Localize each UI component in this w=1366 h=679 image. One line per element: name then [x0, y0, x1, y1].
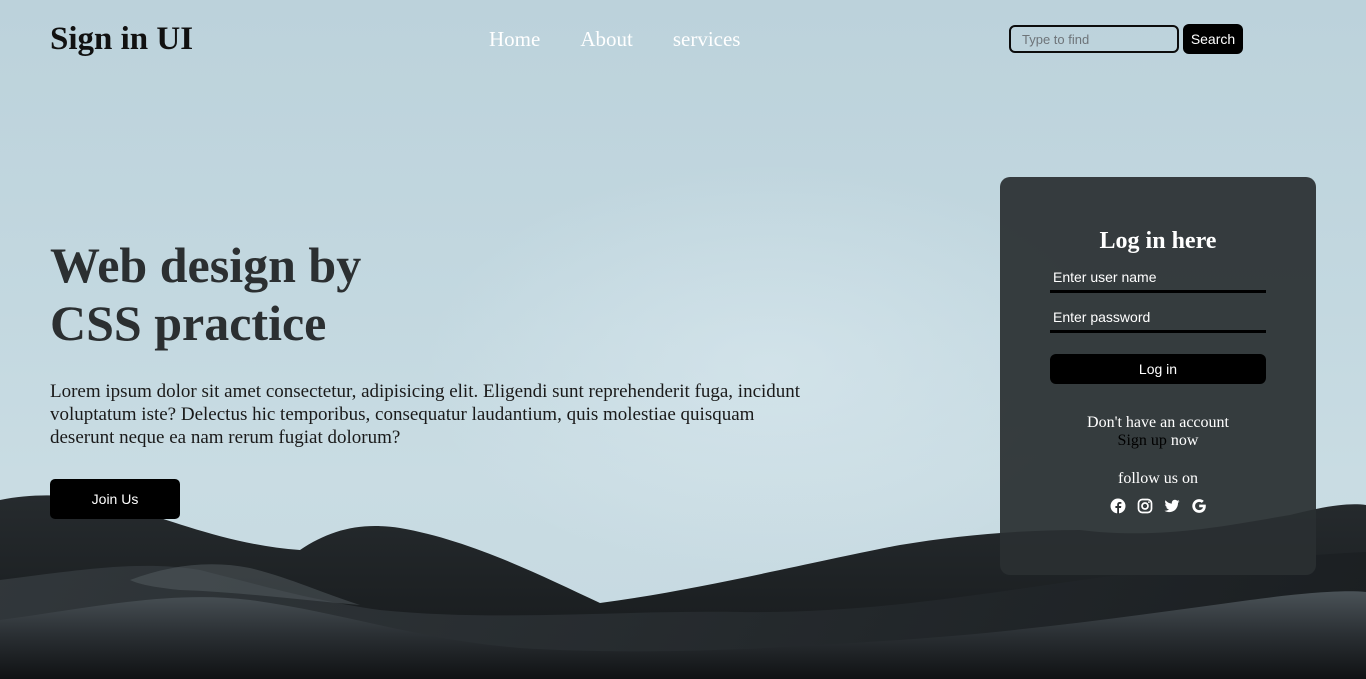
signup-suffix: now — [1166, 432, 1199, 449]
nav-link-about[interactable]: About — [580, 26, 633, 52]
instagram-icon[interactable] — [1137, 498, 1153, 514]
search-input[interactable] — [1009, 25, 1179, 53]
nav-link-home[interactable]: Home — [489, 26, 540, 52]
username-field[interactable] — [1050, 263, 1266, 293]
password-field[interactable] — [1050, 303, 1266, 333]
signup-prompt: Don't have an account Sign up now — [1000, 414, 1316, 450]
join-us-button[interactable]: Join Us — [50, 479, 180, 519]
login-title: Log in here — [1099, 228, 1217, 254]
login-card: Log in here Log in Don't have an account… — [1000, 177, 1316, 575]
hero-title-line-1: Web design by — [50, 237, 362, 293]
hero-title-line-2: CSS practice — [50, 295, 327, 351]
main-nav: Home About services — [489, 26, 740, 52]
no-account-text: Don't have an account — [1087, 414, 1229, 431]
social-icons — [1000, 498, 1316, 514]
search-button[interactable]: Search — [1183, 24, 1243, 54]
hero-description: Lorem ipsum dolor sit amet consectetur, … — [50, 381, 801, 448]
facebook-icon[interactable] — [1110, 498, 1126, 514]
twitter-icon[interactable] — [1164, 498, 1180, 514]
login-button[interactable]: Log in — [1050, 354, 1266, 384]
follow-us-text: follow us on — [1118, 470, 1198, 487]
nav-link-services[interactable]: services — [673, 26, 741, 52]
search-bar: Search — [1009, 24, 1243, 54]
signup-link[interactable]: Sign up — [1118, 432, 1167, 449]
hero-title: Web design by CSS practice — [50, 236, 470, 352]
site-logo: Sign in UI — [50, 21, 194, 57]
google-icon[interactable] — [1191, 498, 1207, 514]
